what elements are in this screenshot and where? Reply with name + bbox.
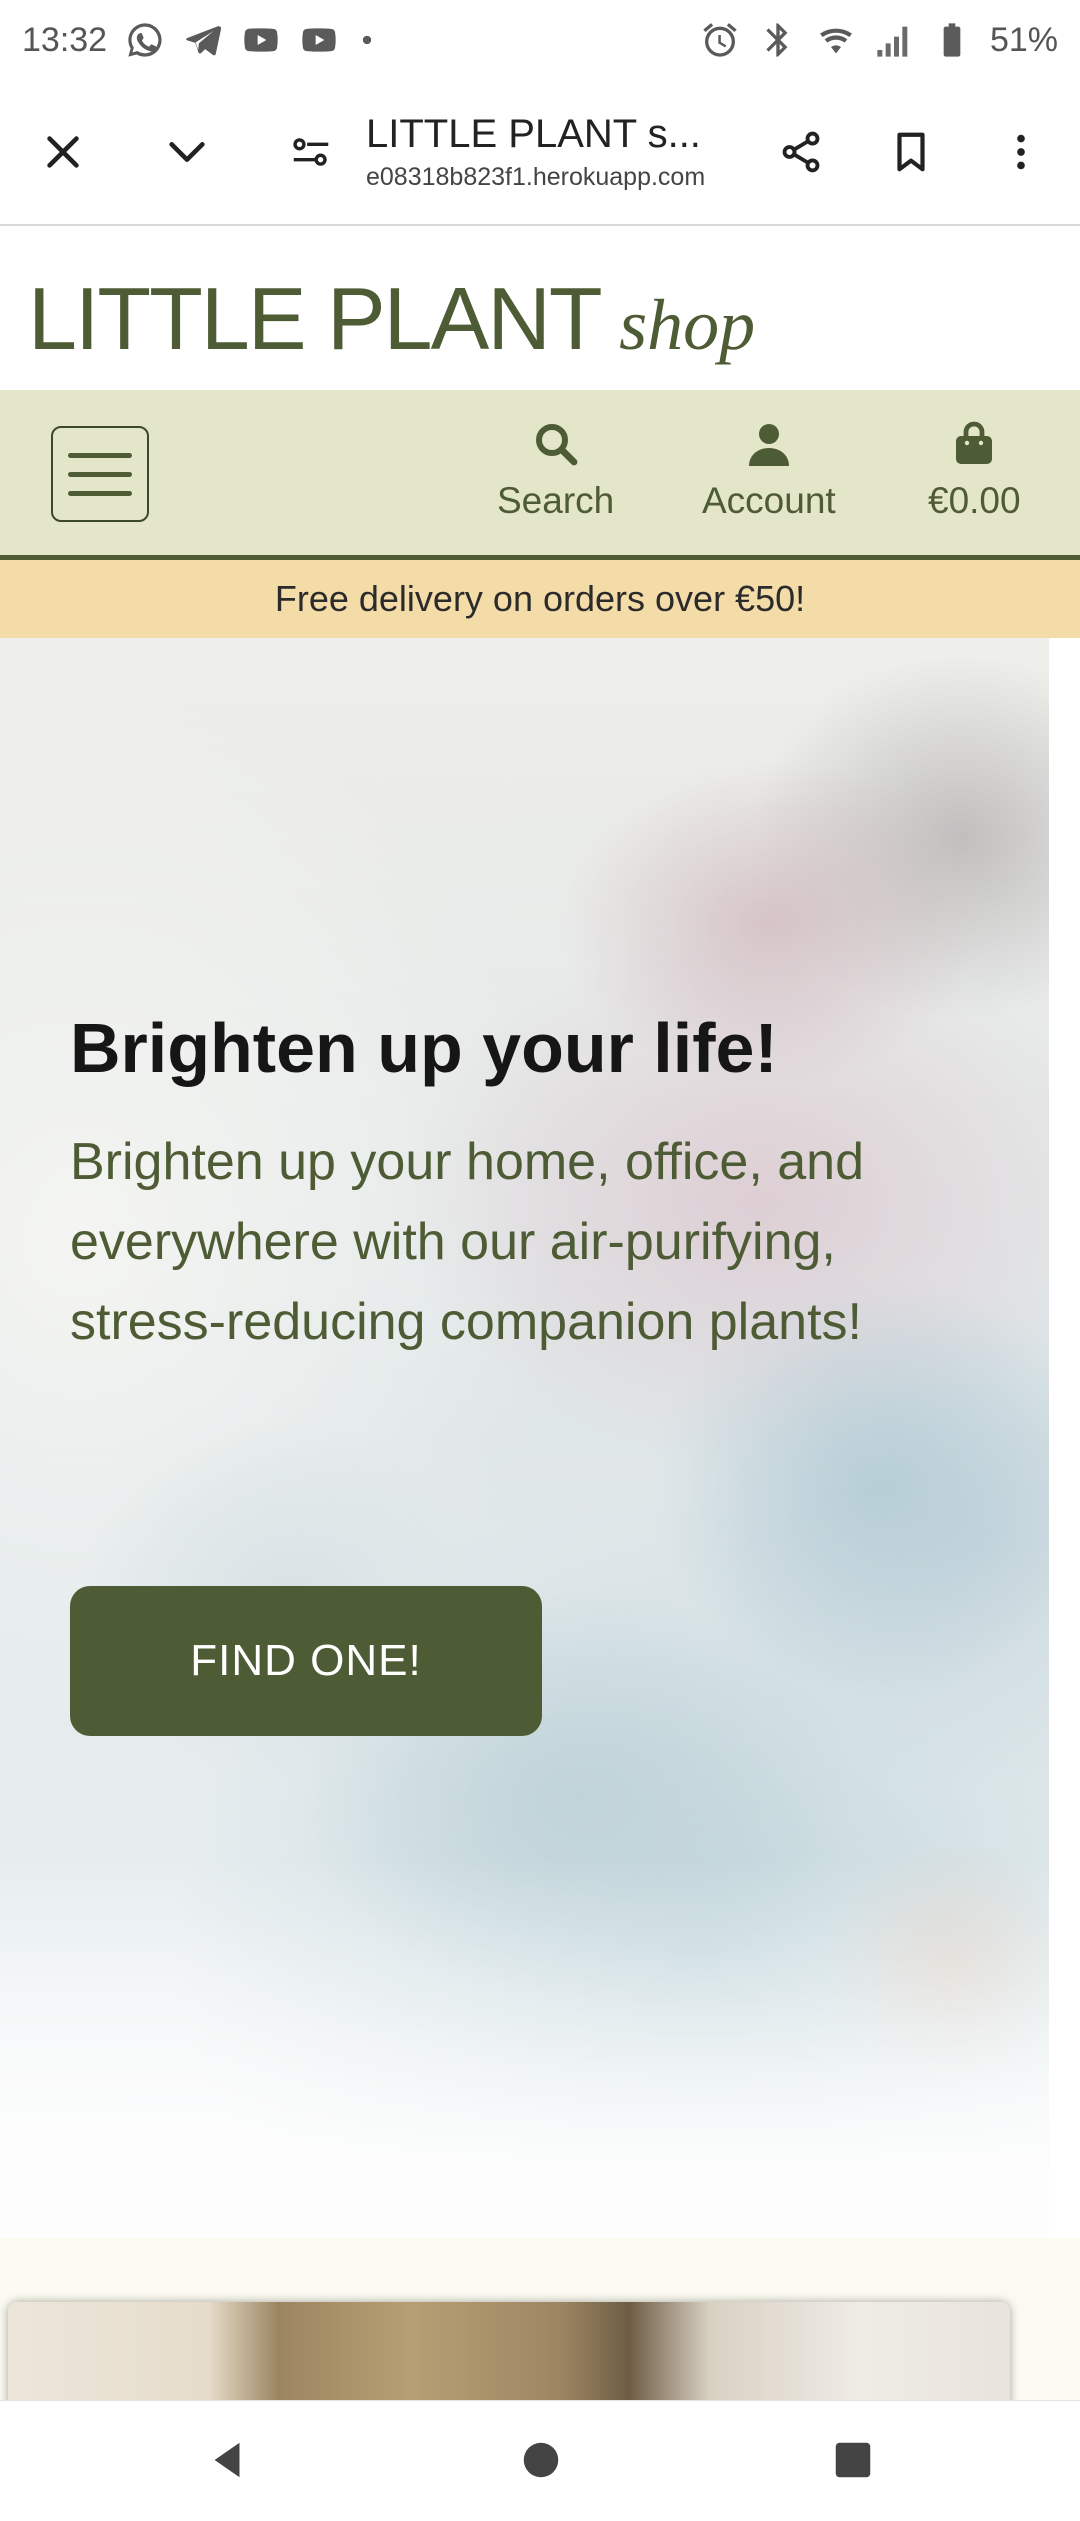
- cart-total: €0.00: [928, 480, 1021, 521]
- find-one-button[interactable]: FIND ONE!: [70, 1586, 542, 1736]
- more-menu-button[interactable]: [974, 102, 1068, 202]
- hamburger-line: [68, 452, 132, 458]
- hero-section: Brighten up your life! Brighten up your …: [0, 638, 1049, 2238]
- account-nav-label: Account: [702, 480, 836, 521]
- dot-icon: [357, 30, 377, 50]
- status-time: 13:32: [22, 20, 108, 59]
- account-nav-link[interactable]: Account: [702, 420, 836, 522]
- android-nav-bar: [0, 2400, 1080, 2521]
- battery-icon: [932, 20, 972, 60]
- home-button[interactable]: [518, 2437, 564, 2487]
- share-icon: [782, 131, 820, 173]
- hamburger-line: [68, 490, 132, 496]
- logo-sub-text: shop: [619, 285, 756, 365]
- site-logo[interactable]: LITTLE PLANT shop: [28, 268, 755, 370]
- hero-title: Brighten up your life!: [70, 1009, 778, 1087]
- telegram-icon: [183, 20, 223, 60]
- url-bar[interactable]: LITTLE PLANT s... e08318b823f1.herokuapp…: [358, 112, 754, 192]
- status-bar: 13:32 51%: [0, 0, 1080, 80]
- back-button[interactable]: [205, 2437, 251, 2487]
- delivery-banner: Free delivery on orders over €50!: [0, 560, 1080, 638]
- hero-edge-strip: [1049, 638, 1080, 2238]
- hero-content: Brighten up your life! Brighten up your …: [70, 1008, 970, 1362]
- cart-nav-link[interactable]: €0.00: [928, 420, 1021, 522]
- page-url: e08318b823f1.herokuapp.com: [366, 163, 706, 191]
- close-icon: [47, 136, 79, 168]
- alarm-icon: [700, 20, 740, 60]
- minimize-button[interactable]: [140, 102, 234, 202]
- battery-percent: 51%: [989, 20, 1058, 59]
- signal-icon: [874, 20, 914, 60]
- site-header: LITTLE PLANT shop: [0, 228, 1080, 390]
- page-title: LITTLE PLANT s...: [366, 112, 701, 156]
- back-icon: [214, 2442, 240, 2478]
- search-icon: [535, 424, 578, 466]
- youtube-icon: [299, 20, 339, 60]
- wifi-icon: [816, 20, 856, 60]
- search-nav-label: Search: [497, 480, 615, 521]
- share-button[interactable]: [754, 102, 848, 202]
- recents-icon: [835, 2442, 871, 2478]
- site-settings-button[interactable]: [264, 102, 358, 202]
- hero-background-image: [0, 638, 1049, 2238]
- status-bar-right: 51%: [700, 20, 1058, 60]
- user-icon: [748, 424, 789, 466]
- shopping-bag-icon: [956, 421, 993, 464]
- status-bar-left: 13:32: [22, 20, 377, 60]
- browser-toolbar: LITTLE PLANT s... e08318b823f1.herokuapp…: [0, 80, 1080, 226]
- hamburger-line: [68, 471, 132, 477]
- chevron-down-icon: [169, 142, 205, 162]
- main-nav: Search Account €0.00: [0, 390, 1080, 560]
- hero-text: Brighten up your home, office, and every…: [70, 1133, 864, 1351]
- close-tab-button[interactable]: [16, 102, 110, 202]
- more-vert-icon: [1017, 134, 1025, 170]
- menu-toggle-button[interactable]: [51, 426, 149, 522]
- search-nav-link[interactable]: Search: [497, 420, 614, 522]
- youtube-icon: [241, 20, 281, 60]
- recents-button[interactable]: [830, 2437, 876, 2487]
- bluetooth-icon: [758, 20, 798, 60]
- featured-section: [0, 2238, 1080, 2422]
- logo-main-text: LITTLE PLANT: [28, 269, 603, 368]
- bookmark-button[interactable]: [864, 102, 958, 202]
- bookmark-icon: [897, 132, 925, 172]
- tune-icon: [293, 138, 329, 166]
- home-icon: [523, 2442, 559, 2478]
- whatsapp-icon: [125, 20, 165, 60]
